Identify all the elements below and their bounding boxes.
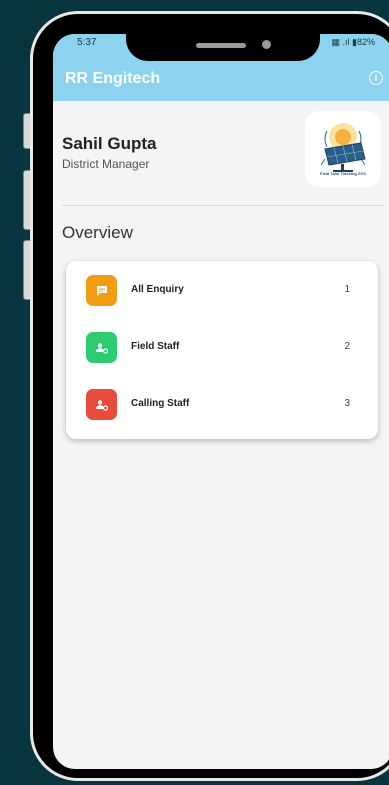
phone-notch xyxy=(126,23,320,61)
list-item-calling-staff[interactable]: Calling Staff 3 xyxy=(66,389,378,421)
list-item-field-staff[interactable]: Field Staff 2 xyxy=(66,332,378,364)
list-item-count: 3 xyxy=(344,398,350,409)
info-icon[interactable]: i xyxy=(369,71,383,85)
list-item-label: Field Staff xyxy=(131,341,180,352)
speaker-grille xyxy=(196,43,246,48)
list-item-count: 1 xyxy=(344,284,350,295)
list-item-all-enquiry[interactable]: All Enquiry 1 xyxy=(66,275,378,307)
list-item-count: 2 xyxy=(344,341,350,352)
list-item-label: Calling Staff xyxy=(131,398,190,409)
list-item-label: All Enquiry xyxy=(131,284,184,295)
phone-screen: 5:37 ▦ .ıl ▮82% RR Engitech i Sahil Gupt… xyxy=(53,34,389,769)
status-indicators: ▦ .ıl ▮82% xyxy=(331,37,375,47)
user-name: Sahil Gupta xyxy=(62,134,157,153)
status-time: 5:37 xyxy=(77,37,97,48)
chat-icon xyxy=(86,275,117,306)
overview-heading: Overview xyxy=(62,223,133,242)
user-settings-icon xyxy=(86,389,117,420)
front-camera xyxy=(262,40,271,49)
divider xyxy=(62,205,384,206)
logo-text: Field Task Tracking SYS xyxy=(320,171,366,176)
user-role: District Manager xyxy=(62,157,150,171)
app-title: RR Engitech xyxy=(65,70,161,87)
overview-card: All Enquiry 1 Field Staff 2 Calling Staf… xyxy=(66,261,378,439)
company-logo: Field Task Tracking SYS xyxy=(305,111,381,187)
user-settings-icon xyxy=(86,332,117,363)
